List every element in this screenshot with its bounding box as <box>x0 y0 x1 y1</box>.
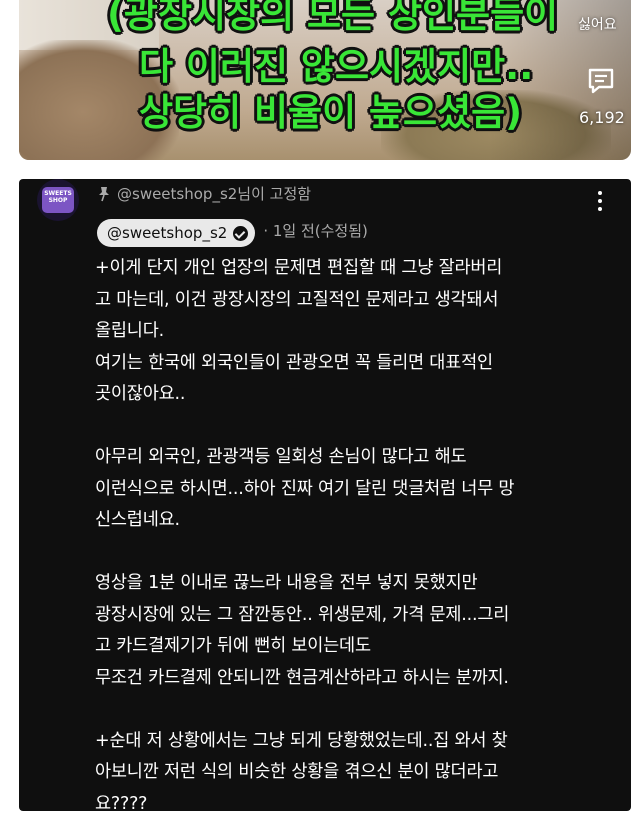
comment-text-line: 광장시장에 있는 그 잠깐동안.. 위생문제, 가격 문제...그리 <box>95 604 510 625</box>
comment-count: 6,192 <box>579 108 625 127</box>
avatar[interactable]: SWEETS SHOP <box>37 179 79 221</box>
video-frame[interactable]: (광장시장의 모든 상인분들이 다 이러진 않으시겠지만.. 상당히 비율이 높… <box>19 0 631 160</box>
comment-text-line: 이런식으로 하시면...하아 진짜 여기 달린 댓글처럼 너무 망 <box>95 478 515 499</box>
comment-timestamp: · 1일 전(수정됨) <box>263 222 368 240</box>
comment-text-line: +이게 단지 개인 업장의 문제면 편집할 때 그냥 잘라버리 <box>95 258 503 278</box>
comment-text-line: +순대 저 상황에서는 그냥 되게 당황했었는데..집 와서 찾 <box>95 730 508 751</box>
comment-text-line: 아보니깐 저런 식의 비슷한 상황을 겪으신 분이 많더라고 <box>95 762 499 782</box>
comment-body: +이게 단지 개인 업장의 문제면 편집할 때 그냥 잘라버리고 마는데, 이건… <box>95 253 615 811</box>
comment-icon[interactable] <box>586 66 616 96</box>
comment-text-line: 아무리 외국인, 관광객등 일회성 손님이 많다고 해도 <box>95 447 467 467</box>
comment-blank-line <box>95 537 615 569</box>
video-caption-line: 상당히 비율이 높으셨음) <box>139 91 523 134</box>
author-name: @sweetshop_s2 <box>107 224 228 242</box>
author-chip[interactable]: @sweetshop_s2 <box>97 219 256 247</box>
comment-text-line: 곳이잖아요.. <box>95 384 186 404</box>
verified-icon <box>233 225 249 241</box>
comment-text-line: 무조건 카드결제 안되니깐 현금계산하라고 하시는 분까지. <box>95 667 509 688</box>
pinned-comment: SWEETS SHOP @sweetshop_s2님이 고정함 @sweetsh… <box>19 179 631 811</box>
more-options-icon[interactable] <box>597 191 603 211</box>
comment-blank-line <box>95 694 615 726</box>
comment-text-line: 신스럽네요. <box>95 510 180 530</box>
comment-text-line: 고 마는데, 이건 광장시장의 고질적인 문제라고 생각돼서 <box>95 289 499 310</box>
video-caption-line: (광장시장의 모든 상인분들이 <box>107 0 559 36</box>
dislike-button-label[interactable]: 싫어요 <box>578 14 617 34</box>
comment-text-line: 여기는 한국에 외국인들이 관광오면 꼭 들리면 대표적인 <box>95 352 493 373</box>
pinned-indicator: @sweetshop_s2님이 고정함 <box>97 183 311 204</box>
comment-blank-line <box>95 411 615 443</box>
pin-icon <box>99 187 109 202</box>
video-caption-line: 다 이러진 않으시겠지만.. <box>139 45 534 88</box>
pinned-text: @sweetshop_s2님이 고정함 <box>117 185 312 203</box>
comment-header: @sweetshop_s2 · 1일 전(수정됨) <box>97 219 368 247</box>
avatar-logo-text: SWEETS SHOP <box>42 187 74 213</box>
comment-text-line: 올립니다. <box>95 321 164 341</box>
comment-text-line: 요???? <box>95 793 148 812</box>
comment-text-line: 영상을 1분 이내로 끊느라 내용을 전부 넣지 못했지만 <box>95 573 478 593</box>
comment-text-line: 고 카드결제기가 뒤에 뻔히 보이는데도 <box>95 636 371 656</box>
